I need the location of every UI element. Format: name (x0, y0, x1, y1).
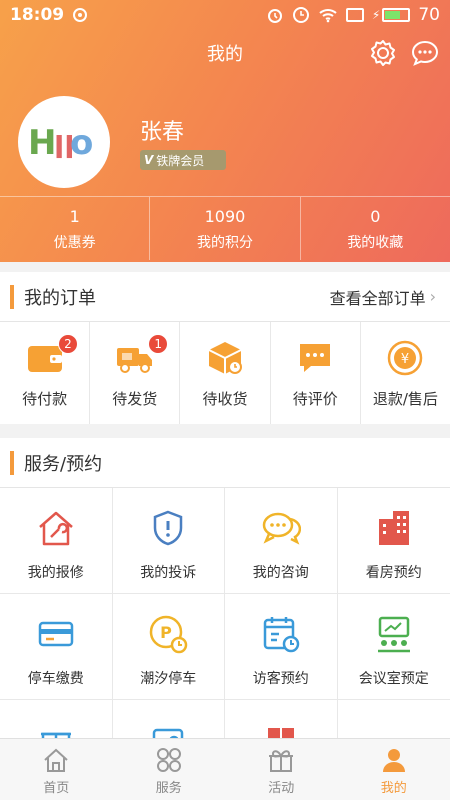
orders-header: 我的订单 查看全部订单 › (0, 272, 450, 322)
orders-title: 我的订单 (24, 287, 96, 309)
order-pending-review[interactable]: 待评价 (271, 322, 361, 424)
avatar[interactable]: H ll o (18, 96, 110, 188)
profile-header: 18:09 ⚡ 70 我的 H ll o 张春 V 铁牌会员 1 优惠券 109… (0, 0, 450, 262)
services-title: 服务/预约 (24, 453, 103, 475)
clock-icon (292, 7, 309, 23)
wifi-icon (319, 9, 337, 23)
package-icon (205, 340, 245, 376)
order-status-row: 2 待付款 1 待发货 待收货 待评价 ¥ 退款/售后 (0, 322, 450, 424)
svg-text:P: P (160, 623, 172, 642)
chat-bubbles-icon (261, 508, 301, 548)
stat-coupons[interactable]: 1 优惠券 (0, 197, 151, 260)
stats-bar: 1 优惠券 1090 我的积分 0 我的收藏 (0, 196, 450, 260)
page-title: 我的 (207, 44, 243, 65)
parking-clock-icon: P (148, 614, 188, 654)
member-badge: V 铁牌会员 (140, 150, 226, 170)
service-complaint[interactable]: 我的投诉 (112, 488, 225, 594)
user-icon (382, 749, 405, 772)
member-v-icon: V (144, 153, 154, 167)
tab-mine[interactable]: 我的 (338, 739, 450, 800)
svg-text:H: H (28, 123, 56, 163)
comment-icon (295, 340, 335, 376)
battery-icon: ⚡ (372, 8, 411, 22)
service-consult[interactable]: 我的咨询 (225, 488, 338, 594)
card-icon (36, 614, 76, 654)
stat-favorites[interactable]: 0 我的收藏 (301, 197, 450, 260)
service-parking-fee[interactable]: 停车缴费 (0, 594, 113, 700)
svg-text:¥: ¥ (401, 352, 409, 367)
home-icon (44, 748, 68, 772)
calendar-clock-icon (261, 614, 301, 654)
alarm-icon (267, 9, 282, 23)
service-meeting-room[interactable]: 会议室预定 (337, 594, 450, 700)
stat-points[interactable]: 1090 我的积分 (150, 197, 301, 260)
bottom-tab-bar: 首页 服务 活动 我的 (0, 738, 450, 800)
order-pending-payment[interactable]: 2 待付款 (0, 322, 91, 424)
order-pending-receipt[interactable]: 待收货 (180, 322, 271, 424)
service-repair[interactable]: 我的报修 (0, 488, 113, 594)
sim-icon (345, 8, 364, 22)
refund-icon: ¥ (385, 340, 425, 376)
gift-icon (269, 750, 294, 772)
svg-text:o: o (70, 123, 93, 163)
message-icon[interactable] (410, 38, 440, 68)
tab-activities[interactable]: 活动 (225, 739, 338, 800)
status-time: 18:09 (10, 5, 65, 25)
service-tidal-parking[interactable]: P 潮汐停车 (112, 594, 225, 700)
house-wrench-icon (36, 508, 76, 548)
order-pending-shipment[interactable]: 1 待发货 (90, 322, 181, 424)
badge-pending-shipment: 1 (148, 334, 169, 354)
view-all-orders-link[interactable]: 查看全部订单 › (330, 285, 436, 309)
services-icon (156, 748, 181, 772)
badge-pending-payment: 2 (58, 334, 78, 354)
battery-percent: 70 (418, 5, 440, 25)
tab-home[interactable]: 首页 (0, 739, 113, 800)
service-visitor-booking[interactable]: 访客预约 (225, 594, 338, 700)
tab-services[interactable]: 服务 (113, 739, 226, 800)
meeting-board-icon (374, 614, 414, 654)
chevron-right-icon: › (429, 287, 436, 306)
gear-icon[interactable] (368, 38, 398, 68)
shield-alert-icon (148, 508, 188, 548)
app-notification-icon (73, 8, 88, 22)
status-bar: 18:09 ⚡ 70 (0, 0, 450, 30)
user-name: 张春 (140, 120, 185, 145)
building-icon (374, 508, 414, 548)
order-refund[interactable]: ¥ 退款/售后 (361, 322, 450, 424)
service-house-viewing[interactable]: 看房预约 (337, 488, 450, 594)
services-header: 服务/预约 (0, 438, 450, 488)
member-level: 铁牌会员 (156, 153, 205, 168)
